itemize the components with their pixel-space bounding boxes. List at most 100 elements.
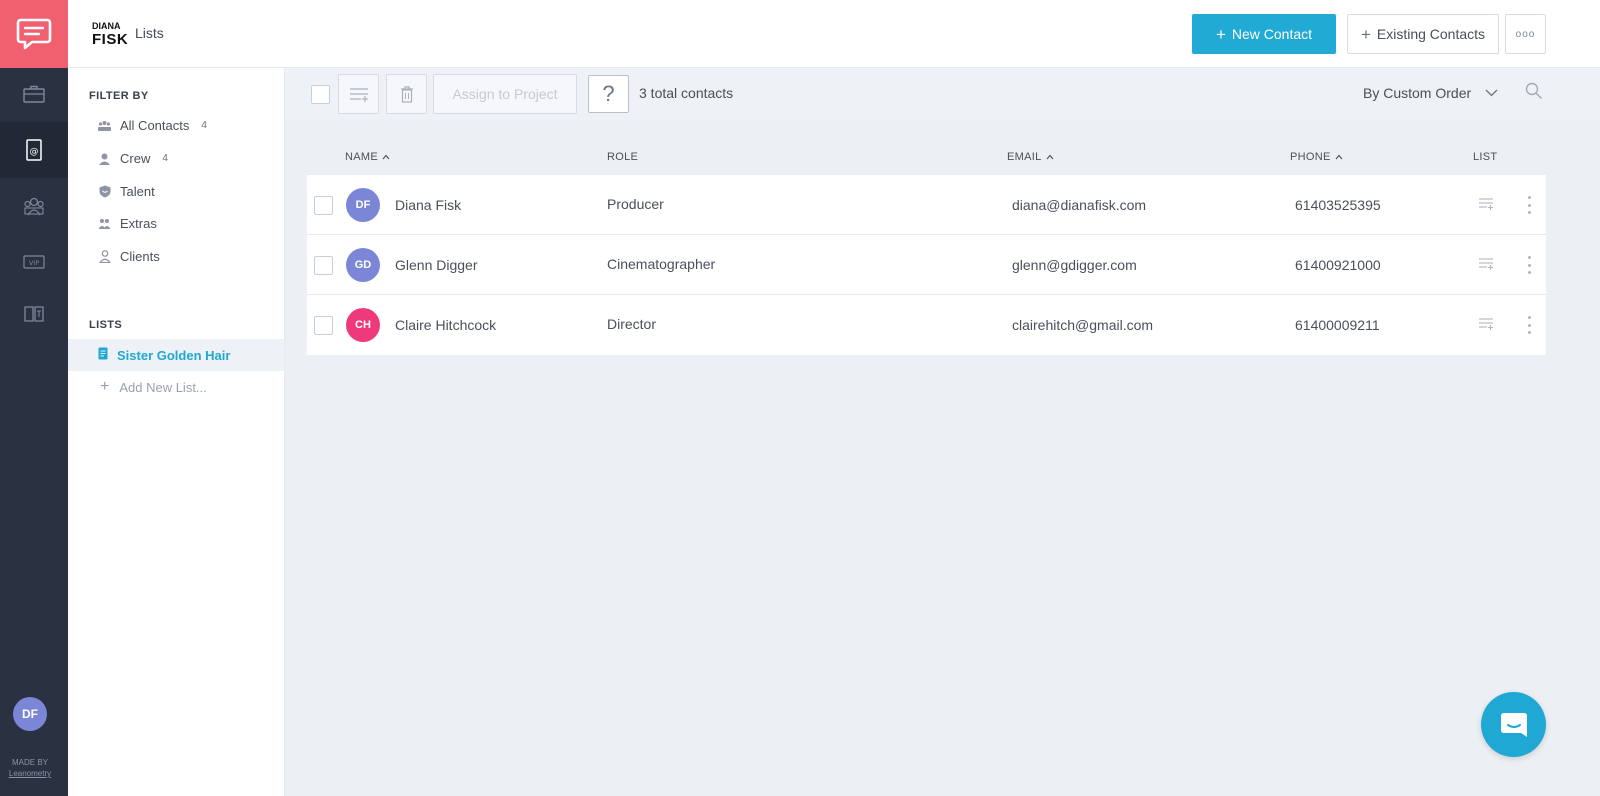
new-contact-button[interactable]: + New Contact <box>1192 14 1336 54</box>
rail-contacts[interactable]: @ <box>0 122 68 178</box>
column-label: NAME <box>345 151 378 163</box>
filter-extras[interactable]: Extras <box>98 216 157 231</box>
user-avatar[interactable]: DF <box>13 697 47 731</box>
rail-projects[interactable] <box>0 66 68 122</box>
filter-label: Talent <box>120 184 155 199</box>
row-checkbox[interactable] <box>314 256 333 275</box>
contact-avatar: CH <box>346 308 380 342</box>
add-to-list-icon[interactable] <box>1478 197 1494 215</box>
column-header-email[interactable]: EMAIL <box>1007 151 1054 163</box>
new-contact-label: New Contact <box>1231 26 1313 42</box>
chat-bubble-icon <box>1500 712 1527 737</box>
filter-clients[interactable]: Clients <box>98 249 160 264</box>
filter-label: Extras <box>120 216 157 231</box>
made-by-company[interactable]: Leanometry <box>0 768 60 779</box>
table-row[interactable]: DF Diana Fisk Producer diana@dianafisk.c… <box>307 175 1546 235</box>
project-brand-logo[interactable]: DIANA FISK <box>92 19 128 47</box>
rail-vip[interactable]: VIP <box>0 234 68 290</box>
chevron-down-icon <box>1485 89 1498 97</box>
contacts-toolbar: Assign to Project ? 3 total contacts By … <box>285 68 1600 120</box>
help-label: ? <box>602 81 615 106</box>
group-icon <box>98 119 111 132</box>
filter-talent[interactable]: Talent <box>98 184 155 199</box>
made-by-credit: MADE BY Leanometry <box>0 757 60 779</box>
svg-text:@: @ <box>30 147 39 157</box>
contact-name[interactable]: Diana Fisk <box>395 197 461 213</box>
sort-dropdown[interactable]: By Custom Order <box>1363 85 1498 101</box>
contact-name[interactable]: Glenn Digger <box>395 257 478 273</box>
row-checkbox[interactable] <box>314 316 333 335</box>
contacts-book-icon: @ <box>26 139 42 161</box>
add-new-list-label: Add New List... <box>119 379 207 395</box>
row-menu-icon[interactable] <box>1523 195 1535 215</box>
contact-name[interactable]: Claire Hitchcock <box>395 317 496 333</box>
contacts-main: Assign to Project ? 3 total contacts By … <box>285 68 1600 796</box>
talent-shield-icon <box>98 185 111 198</box>
filter-crew[interactable]: Crew 4 <box>98 151 168 166</box>
app-logo[interactable] <box>0 0 68 68</box>
chat-logo-icon <box>16 18 52 50</box>
table-row[interactable]: GD Glenn Digger Cinematographer glenn@gd… <box>307 235 1546 295</box>
more-options-button[interactable]: ooo <box>1505 14 1546 54</box>
made-by-label: MADE BY <box>11 758 48 767</box>
column-label: ROLE <box>607 151 639 163</box>
support-chat-button[interactable] <box>1481 692 1546 757</box>
column-label: PHONE <box>1290 151 1331 163</box>
team-icon <box>24 197 44 216</box>
add-to-list-icon <box>349 88 368 102</box>
filter-label: All Contacts <box>120 118 190 133</box>
trash-icon <box>400 85 413 103</box>
contacts-table: DF Diana Fisk Producer diana@dianafisk.c… <box>307 175 1546 355</box>
sort-caret-up-icon <box>1335 154 1343 160</box>
rail-team[interactable] <box>0 178 68 234</box>
filter-label: Clients <box>120 249 160 264</box>
column-header-list: LIST <box>1473 151 1497 163</box>
add-new-list-button[interactable]: + Add New List... <box>100 379 207 395</box>
filter-count: 4 <box>201 120 207 131</box>
contact-avatar: DF <box>346 188 380 222</box>
filter-all-contacts[interactable]: All Contacts 4 <box>98 118 207 133</box>
svg-text:VIP: VIP <box>29 259 39 267</box>
row-menu-icon[interactable] <box>1523 255 1535 275</box>
sort-label: By Custom Order <box>1363 85 1472 101</box>
row-menu-icon[interactable] <box>1523 315 1535 335</box>
contact-phone: 61403525395 <box>1295 197 1381 213</box>
contact-role: Producer <box>607 196 664 212</box>
client-icon <box>98 250 111 263</box>
list-item-label: Sister Golden Hair <box>117 347 231 363</box>
crew-icon <box>98 152 111 165</box>
filter-by-heading: FILTER BY <box>89 90 149 102</box>
column-header-phone[interactable]: PHONE <box>1290 151 1343 163</box>
app-rail: @ VIP DF MADE BY Leanometry <box>0 0 68 796</box>
list-item-active[interactable]: Sister Golden Hair <box>68 339 284 371</box>
column-label: LIST <box>1473 151 1498 163</box>
delete-button[interactable] <box>386 74 427 114</box>
select-all-checkbox[interactable] <box>311 85 330 104</box>
add-to-list-icon[interactable] <box>1478 317 1494 335</box>
search-button[interactable] <box>1525 82 1543 105</box>
vip-icon: VIP <box>23 255 45 269</box>
column-header-role[interactable]: ROLE <box>607 151 638 163</box>
extras-icon <box>98 217 111 230</box>
add-to-list-button[interactable] <box>338 74 379 114</box>
contact-role: Cinematographer <box>607 256 716 272</box>
column-header-name[interactable]: NAME <box>345 151 390 163</box>
briefcase-icon <box>23 85 45 103</box>
table-row[interactable]: CH Claire Hitchcock Director clairehitch… <box>307 295 1546 355</box>
filter-sidebar: FILTER BY All Contacts 4 Crew 4 Talent E… <box>68 68 285 796</box>
row-checkbox[interactable] <box>314 196 333 215</box>
filter-label: Crew <box>120 151 151 166</box>
search-icon <box>1525 82 1543 100</box>
top-header: DIANA FISK Lists + New Contact + Existin… <box>68 0 1600 68</box>
assign-to-project-button[interactable]: Assign to Project <box>433 74 577 114</box>
help-button[interactable]: ? <box>588 75 629 113</box>
lists-heading: LISTS <box>89 319 123 331</box>
add-to-list-icon[interactable] <box>1478 257 1494 275</box>
contact-email: glenn@gdigger.com <box>1012 257 1137 273</box>
existing-contacts-button[interactable]: + Existing Contacts <box>1347 14 1499 54</box>
page-title: Lists <box>135 25 164 41</box>
rail-library[interactable] <box>0 286 68 342</box>
contact-avatar: GD <box>346 248 380 282</box>
more-dots-icon: ooo <box>1515 28 1536 40</box>
contact-phone: 61400009211 <box>1295 317 1380 333</box>
